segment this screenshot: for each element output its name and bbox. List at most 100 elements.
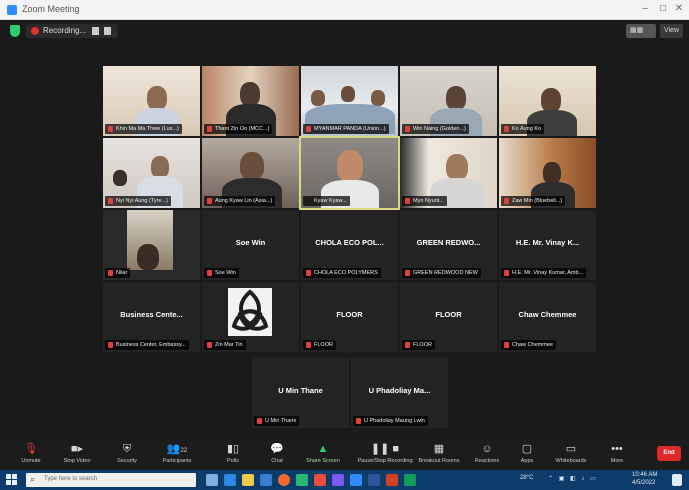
view-button[interactable]: View <box>660 24 684 38</box>
breakout-rooms-icon: ▦ <box>433 443 445 455</box>
more-button[interactable]: ••• More <box>592 438 642 470</box>
gallery-view-toggle[interactable]: ▦▦ <box>626 24 656 38</box>
participant-tile[interactable]: Soe Win Soe Win <box>202 210 299 280</box>
notification-center-icon[interactable] <box>672 474 682 486</box>
stop-video-button[interactable]: ■▸ Stop Video <box>52 438 102 470</box>
video-camera-icon: ■▸ <box>70 443 84 455</box>
polls-icon: ▮▯ <box>226 443 240 455</box>
share-screen-button[interactable]: ▲ Share Screen <box>298 438 348 470</box>
muted-mic-icon <box>108 126 113 132</box>
participant-nameplate: Zin Mar Tin <box>204 340 246 350</box>
unmute-button[interactable]: 🎙 Unmute <box>6 438 56 470</box>
muted-mic-icon <box>504 126 509 132</box>
participants-count: 22 <box>180 448 188 454</box>
security-button[interactable]: ⛨ Security <box>102 438 152 470</box>
system-tray-icons[interactable]: ⌃ ▣ ◧ ♪ ▭ <box>548 475 598 482</box>
participant-tile[interactable]: Chaw Chemmee Chaw Chemmee <box>499 282 596 352</box>
muted-mic-icon <box>405 198 410 204</box>
participant-tile[interactable]: MYANMAR PANDA (Union...) <box>301 66 398 136</box>
participants-button[interactable]: 👥22 Participants <box>152 438 202 470</box>
powerpoint-app-icon[interactable] <box>386 474 398 486</box>
apps-button[interactable]: ▢ Apps <box>502 438 552 470</box>
zoom-taskbar-icon[interactable] <box>350 474 362 486</box>
weather-widget[interactable]: 28°C <box>520 475 533 481</box>
minimize-icon[interactable]: – <box>638 3 652 14</box>
active-speaker-tile[interactable]: Kyaw Kyaw... <box>299 136 400 210</box>
muted-mic-icon <box>108 342 113 348</box>
participant-nameplate: Soe Win <box>204 268 239 278</box>
muted-mic-icon <box>257 418 262 424</box>
participant-nameplate: Khin Ma Ma Thwe (Lux...) <box>105 124 182 134</box>
muted-microphone-icon: 🎙 <box>24 443 38 455</box>
taskbar-search-input[interactable]: ⌕ Type here to search <box>26 473 196 487</box>
muted-mic-icon <box>306 270 311 276</box>
participant-tile[interactable]: H.E. Mr. Vinay K... H.E. Mr. Vinay Kumar… <box>499 210 596 280</box>
muted-mic-icon <box>405 270 410 276</box>
whiteboard-icon: ▭ <box>565 443 577 455</box>
participant-display-name: FLOOR <box>336 310 363 319</box>
participants-icon: 👥22 <box>166 443 188 455</box>
participant-tile[interactable]: Aung Kyaw Lin (Asia...) <box>202 138 299 208</box>
whiteboards-button[interactable]: ▭ Whiteboards <box>546 438 596 470</box>
muted-mic-icon <box>207 270 212 276</box>
participant-tile[interactable]: CHOLA ECO POL... CHOLA ECO POLYMERS <box>301 210 398 280</box>
telegram-app-icon[interactable] <box>404 474 416 486</box>
participant-tile[interactable]: Zin Mar Tin <box>202 282 299 352</box>
file-explorer-icon[interactable] <box>242 474 254 486</box>
task-view-icon[interactable] <box>206 474 218 486</box>
share-screen-icon: ▲ <box>317 443 329 455</box>
muted-mic-icon <box>405 342 410 348</box>
breakout-rooms-button[interactable]: ▦ Breakout Rooms <box>414 438 464 470</box>
participant-tile[interactable]: FLOOR FLOOR <box>400 282 497 352</box>
windows-start-icon[interactable] <box>6 474 18 486</box>
stop-recording-icon[interactable] <box>104 27 111 35</box>
participant-nameplate: Nilar <box>105 268 131 278</box>
polls-button[interactable]: ▮▯ Polls <box>208 438 258 470</box>
chrome-browser-icon[interactable] <box>278 474 290 486</box>
participant-tile[interactable]: Win Naing (Golden...) <box>400 66 497 136</box>
window-titlebar: Zoom Meeting – □ ✕ <box>0 0 689 20</box>
participant-tile[interactable]: Myo Nyunt... <box>400 138 497 208</box>
participant-tile[interactable]: U Min Thane U Min Thane <box>252 358 349 428</box>
participant-tile[interactable]: Zaw Min (Bluebell...) <box>499 138 596 208</box>
participant-tile[interactable]: Khin Ma Ma Thwe (Lux...) <box>103 66 200 136</box>
participant-tile[interactable]: U Phadoliay Ma... U Phadoliay Maung Lwin <box>351 358 448 428</box>
participant-tile[interactable]: GREEN REDWO... GREEN REDWOOD NEW <box>400 210 497 280</box>
muted-mic-icon <box>504 270 509 276</box>
participant-tile[interactable]: Nilar <box>103 210 200 280</box>
participant-nameplate: Win Naing (Golden...) <box>402 124 469 134</box>
word-app-icon[interactable] <box>368 474 380 486</box>
participant-nameplate: Ko Aung Ko <box>501 124 545 134</box>
participant-tile[interactable]: Nyi Nyi Aung (Tyre...) <box>103 138 200 208</box>
participant-tile[interactable]: Thant Zin Oo (MCC...) <box>202 66 299 136</box>
close-icon[interactable]: ✕ <box>672 3 686 14</box>
maximize-icon[interactable]: □ <box>656 3 670 14</box>
participant-tile[interactable]: Business Cente... Business Center, Embas… <box>103 282 200 352</box>
teams-app-icon[interactable] <box>332 474 344 486</box>
mail-app-icon[interactable] <box>260 474 272 486</box>
shield-icon: ⛨ <box>122 443 132 455</box>
participant-display-name: H.E. Mr. Vinay K... <box>515 238 580 247</box>
encryption-shield-icon[interactable] <box>10 25 20 37</box>
meeting-toolbar: 🎙 Unmute ■▸ Stop Video ⛨ Security 👥22 Pa… <box>0 438 689 470</box>
zoom-app-icon <box>7 5 17 15</box>
participant-nameplate: U Phadoliay Maung Lwin <box>353 416 428 426</box>
edge-browser-icon[interactable] <box>224 474 236 486</box>
clock-date[interactable]: 4/5/2022 <box>632 480 655 486</box>
clock-time[interactable]: 10:46 AM <box>632 472 657 478</box>
participant-tile[interactable]: Ko Aung Ko <box>499 66 596 136</box>
recording-dot-icon <box>31 27 39 35</box>
acrobat-app-icon[interactable] <box>314 474 326 486</box>
participant-tile[interactable]: FLOOR FLOOR <box>301 282 398 352</box>
chat-button[interactable]: 💬 Chat <box>252 438 302 470</box>
pause-stop-icon: ❚❚ ■ <box>370 443 400 455</box>
participant-display-name: CHOLA ECO POL... <box>315 238 384 247</box>
pause-stop-recording-button[interactable]: ❚❚ ■ Pause/Stop Recording <box>355 438 415 470</box>
participant-nameplate: Business Center, Embassy... <box>105 340 189 350</box>
participant-nameplate: Kyaw Kyaw... <box>303 196 350 206</box>
excel-app-icon[interactable] <box>296 474 308 486</box>
end-meeting-button[interactable]: End <box>657 446 681 461</box>
pause-recording-icon[interactable] <box>92 27 99 35</box>
participant-nameplate: CHOLA ECO POLYMERS <box>303 268 381 278</box>
participant-nameplate: Thant Zin Oo (MCC...) <box>204 124 273 134</box>
